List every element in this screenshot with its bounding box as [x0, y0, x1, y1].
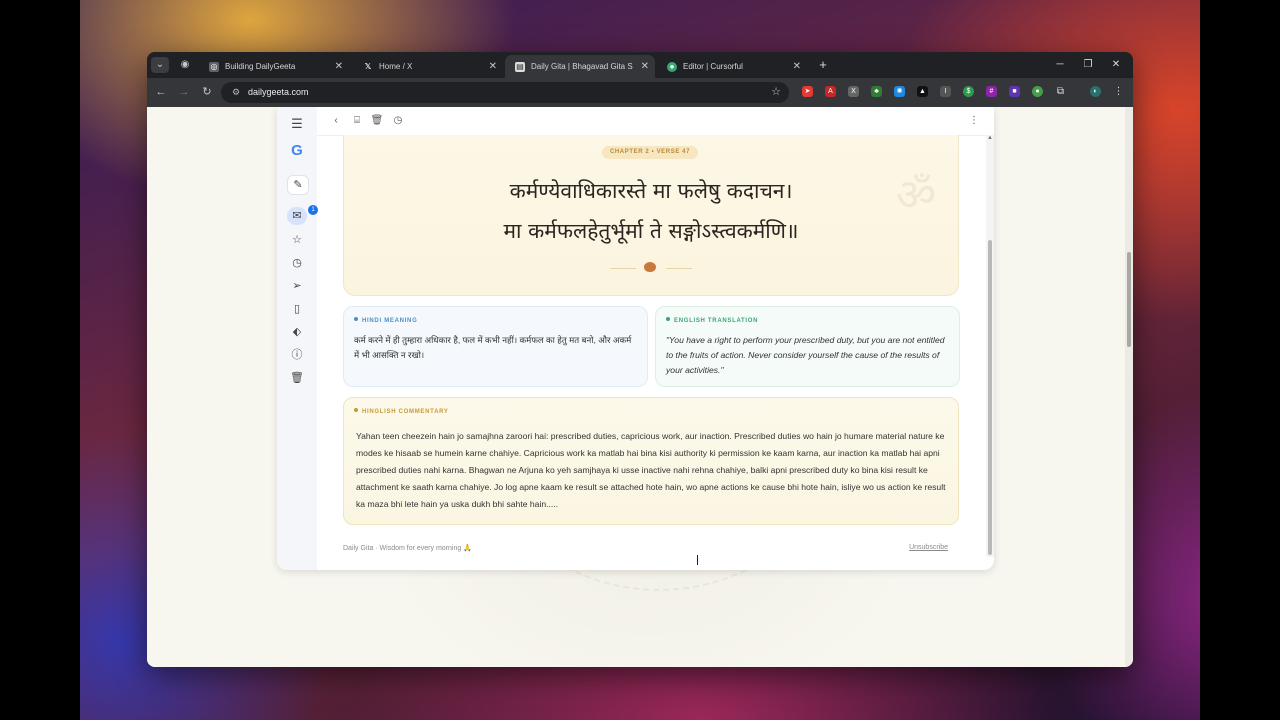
cursorful-icon: ●	[667, 62, 677, 72]
hamburger-menu-icon[interactable]: ☰	[287, 115, 307, 133]
email-body: CHAPTER 2 • VERSE 47 ॐ कर्मण्येवाधिकारस्…	[317, 135, 982, 570]
inbox-icon[interactable]: ✉ 1	[287, 205, 318, 225]
forward-arrow-icon[interactable]: →	[176, 84, 192, 100]
extension-i-icon[interactable]: I	[940, 86, 951, 97]
hindi-label-text: HINDI MEANING	[362, 318, 418, 324]
footer-tagline: Daily Gita · Wisdom for every morning 🙏	[343, 545, 472, 552]
tab-favicon-dailygita: ▤	[515, 62, 525, 72]
email-preview-frame: ☰ G ✎ ✉ 1 ☆ ◷ ➢ ▯ ⬖ ⓘ 🗑 ‹ ⌸ 🗑 ◷ ⋮ CHAPTE…	[277, 107, 994, 570]
back-arrow-icon[interactable]: ←	[153, 84, 169, 100]
scroll-up-arrow-icon[interactable]: ▲	[986, 135, 994, 143]
extension-gear-icon[interactable]: ✺	[894, 86, 905, 97]
sanskrit-line-1: कर्मण्येवाधिकारस्ते मा फलेषु कदाचन।	[509, 179, 793, 203]
sent-icon[interactable]: ➢	[287, 277, 307, 295]
english-label-text: ENGLISH TRANSLATION	[674, 318, 759, 324]
letterbox-right	[1200, 0, 1280, 720]
tab-strip: ⌄ ◉ ◎ Building DailyGeeta ✕ 𝕏 Home / X ✕…	[147, 52, 1133, 78]
extension-leaf-icon[interactable]: ♣	[871, 86, 882, 97]
bullet-dot-icon	[354, 317, 358, 321]
extension-square-icon[interactable]: ■	[1009, 86, 1020, 97]
restore-button[interactable]: ❐	[1075, 56, 1101, 74]
bullet-dot-icon	[354, 408, 358, 412]
hindi-meaning-card: HINDI MEANING कर्म करने में ही तुम्हारा …	[343, 306, 648, 387]
sanskrit-line-2: मा कर्मफलहेतुर्भूर्मा ते सङ्गोऽस्त्वकर्म…	[503, 219, 799, 243]
tab-title: Daily Gita | Bhagavad Gita Shlok	[531, 62, 633, 71]
diya-lamp-icon	[644, 262, 656, 272]
browser-menu-icon[interactable]: ⋮	[1113, 86, 1124, 97]
page-scrollbar-thumb[interactable]	[1127, 252, 1131, 347]
minimize-button[interactable]: ─	[1047, 56, 1073, 74]
extension-circle-icon[interactable]: ●	[1032, 86, 1043, 97]
close-tab-icon[interactable]: ✕	[489, 55, 497, 78]
spam-alert-icon[interactable]: ⓘ	[287, 346, 307, 364]
extension-cursor-icon[interactable]: ➤	[802, 86, 813, 97]
tab-title: Building DailyGeeta	[225, 62, 296, 71]
divider-right	[666, 268, 692, 269]
reload-icon[interactable]: ↻	[199, 84, 215, 100]
google-logo-icon: G	[291, 142, 303, 159]
x-logo-icon: 𝕏	[364, 62, 372, 71]
mail-side-rail: ☰ G ✎ ✉ 1 ☆ ◷ ➢ ▯ ⬖ ⓘ 🗑	[277, 107, 318, 570]
unsubscribe-link[interactable]: Unsubscribe	[909, 544, 948, 551]
bookmark-star-icon[interactable]: ☆	[771, 84, 781, 101]
extension-triangle-icon[interactable]: ▲	[917, 86, 928, 97]
tab-home-x[interactable]: 𝕏 Home / X ✕	[353, 55, 503, 78]
tab-building-dailygeeta[interactable]: ◎ Building DailyGeeta ✕	[199, 55, 349, 78]
profile-avatar[interactable]: ◐	[1090, 86, 1101, 97]
more-options-icon[interactable]: ⋮	[966, 113, 982, 129]
browser-window: ⌄ ◉ ◎ Building DailyGeeta ✕ 𝕏 Home / X ✕…	[147, 52, 1133, 667]
address-bar[interactable]: ⚙ dailygeeta.com ☆	[221, 82, 789, 103]
record-icon[interactable]: ◉	[176, 57, 194, 73]
commentary-label-text: HINGLISH COMMENTARY	[362, 409, 449, 415]
new-tab-button[interactable]: +	[815, 57, 831, 73]
url-text: dailygeeta.com	[248, 87, 309, 97]
english-translation-card: ENGLISH TRANSLATION "You have a right to…	[655, 306, 960, 387]
tab-search-button[interactable]: ⌄	[151, 57, 169, 73]
page-viewport: ☰ G ✎ ✉ 1 ☆ ◷ ➢ ▯ ⬖ ⓘ 🗑 ‹ ⌸ 🗑 ◷ ⋮ CHAPTE…	[147, 107, 1133, 667]
starred-icon[interactable]: ☆	[287, 231, 307, 249]
text-cursor-icon	[697, 555, 698, 565]
compose-pencil-icon[interactable]: ✎	[287, 175, 309, 195]
extension-x-icon[interactable]: X	[848, 86, 859, 97]
tab-favicon-building: ◎	[209, 62, 219, 72]
email-scrollbar-thumb[interactable]	[988, 240, 992, 555]
trash-icon[interactable]: 🗑	[287, 369, 307, 387]
chapter-verse-chip: CHAPTER 2 • VERSE 47	[602, 146, 698, 159]
extension-pdf-icon[interactable]: A	[825, 86, 836, 97]
extension-grid-icon[interactable]: #	[986, 86, 997, 97]
extension-dollar-icon[interactable]: $	[963, 86, 974, 97]
site-info-icon[interactable]: ⚙	[230, 86, 242, 98]
bullet-dot-icon	[666, 317, 670, 321]
browser-toolbar: ← → ↻ ⚙ dailygeeta.com ☆ ➤ A X ♣ ✺ ▲ I $…	[147, 78, 1133, 107]
mail-action-bar: ‹ ⌸ 🗑 ◷ ⋮	[317, 107, 994, 136]
hinglish-commentary-card: HINGLISH COMMENTARY Yahan teen cheezein …	[343, 397, 959, 525]
english-translation-text: "You have a right to perform your prescr…	[666, 335, 945, 375]
hindi-meaning-label: HINDI MEANING	[354, 317, 417, 324]
hinglish-commentary-label: HINGLISH COMMENTARY	[354, 408, 449, 415]
close-window-button[interactable]: ✕	[1103, 56, 1129, 74]
back-chevron-icon[interactable]: ‹	[328, 113, 344, 129]
english-translation-label: ENGLISH TRANSLATION	[666, 317, 758, 324]
tab-title: Home / X	[379, 62, 413, 71]
drafts-icon[interactable]: ▯	[287, 300, 307, 318]
page-scrollbar[interactable]	[1125, 107, 1133, 667]
email-scrollbar[interactable]: ▲	[986, 135, 994, 557]
extensions-puzzle-icon[interactable]: ⧉	[1055, 86, 1066, 97]
delete-icon[interactable]: 🗑	[369, 113, 385, 129]
label-tag-icon[interactable]: ⬖	[287, 323, 307, 341]
close-tab-icon[interactable]: ✕	[335, 55, 343, 78]
tab-title: Editor | Cursorful	[683, 62, 743, 71]
close-tab-icon[interactable]: ✕	[793, 55, 801, 78]
hindi-meaning-text: कर्म करने में ही तुम्हारा अधिकार है, फल …	[354, 335, 632, 360]
snooze-clock-icon[interactable]: ◷	[390, 113, 406, 129]
tab-daily-gita[interactable]: ▤ Daily Gita | Bhagavad Gita Shlok ✕	[505, 55, 655, 78]
close-tab-icon[interactable]: ✕	[641, 55, 649, 78]
hinglish-commentary-text: Yahan teen cheezein hain jo samajhna zar…	[356, 431, 946, 509]
tab-editor-cursorful[interactable]: ● Editor | Cursorful ✕	[657, 55, 807, 78]
divider-left	[610, 268, 636, 269]
snoozed-clock-icon[interactable]: ◷	[287, 254, 307, 272]
letterbox-left	[0, 0, 80, 720]
verse-hero-card: CHAPTER 2 • VERSE 47 ॐ कर्मण्येवाधिकारस्…	[343, 135, 959, 296]
archive-icon[interactable]: ⌸	[349, 113, 365, 129]
